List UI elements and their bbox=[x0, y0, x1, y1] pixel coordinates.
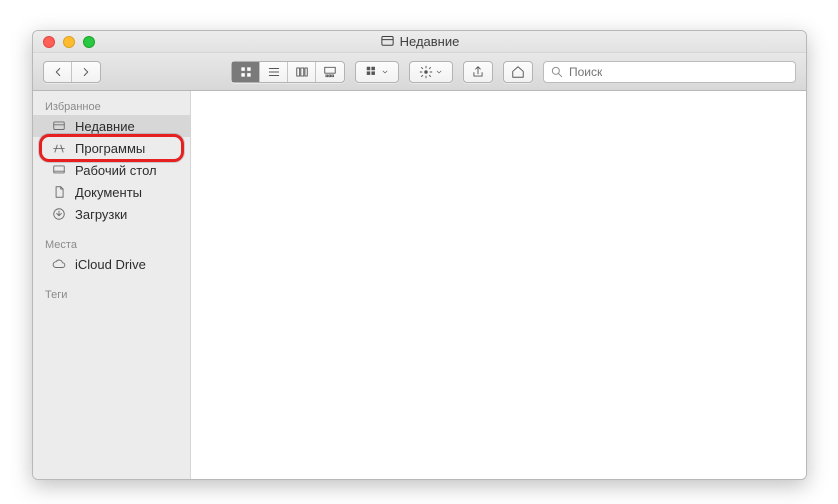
icloud-icon bbox=[51, 256, 67, 272]
sidebar-item-documents[interactable]: Документы bbox=[33, 181, 190, 203]
section-favorites: Избранное bbox=[33, 97, 190, 115]
action-buttons bbox=[409, 61, 453, 83]
nav-buttons bbox=[43, 61, 101, 83]
desktop-icon bbox=[51, 162, 67, 178]
tag-buttons bbox=[503, 61, 533, 83]
list-view-button[interactable] bbox=[260, 62, 288, 82]
sidebar-item-applications[interactable]: Программы bbox=[33, 137, 190, 159]
minimize-button[interactable] bbox=[63, 36, 75, 48]
downloads-icon bbox=[51, 206, 67, 222]
section-locations: Места bbox=[33, 235, 190, 253]
sidebar-item-icloud[interactable]: iCloud Drive bbox=[33, 253, 190, 275]
tags-button[interactable] bbox=[504, 62, 532, 82]
window-controls bbox=[33, 36, 95, 48]
share-buttons bbox=[463, 61, 493, 83]
sidebar-item-desktop[interactable]: Рабочий стол bbox=[33, 159, 190, 181]
sidebar-item-recents[interactable]: Недавние bbox=[33, 115, 190, 137]
sidebar: Избранное Недавние Программы Рабочий сто… bbox=[33, 91, 191, 479]
toolbar bbox=[33, 53, 806, 91]
gallery-view-button[interactable] bbox=[316, 62, 344, 82]
column-view-button[interactable] bbox=[288, 62, 316, 82]
recents-icon bbox=[51, 118, 67, 134]
documents-icon bbox=[51, 184, 67, 200]
titlebar: Недавние bbox=[33, 31, 806, 53]
sidebar-item-label: Загрузки bbox=[75, 207, 127, 222]
sidebar-item-downloads[interactable]: Загрузки bbox=[33, 203, 190, 225]
search-field[interactable] bbox=[543, 61, 796, 83]
forward-button[interactable] bbox=[72, 62, 100, 82]
search-icon bbox=[550, 65, 564, 79]
sidebar-item-label: Рабочий стол bbox=[75, 163, 157, 178]
back-button[interactable] bbox=[44, 62, 72, 82]
share-button[interactable] bbox=[464, 62, 492, 82]
sidebar-item-label: Программы bbox=[75, 141, 145, 156]
group-by-buttons bbox=[355, 61, 399, 83]
window-title-text: Недавние bbox=[400, 34, 460, 49]
content-area[interactable] bbox=[191, 91, 806, 479]
view-mode-buttons bbox=[231, 61, 345, 83]
sidebar-item-label: Недавние bbox=[75, 119, 135, 134]
finder-window: Недавние Из bbox=[32, 30, 807, 480]
sidebar-item-label: iCloud Drive bbox=[75, 257, 146, 272]
group-button[interactable] bbox=[356, 62, 398, 82]
window-title: Недавние bbox=[33, 34, 806, 49]
close-button[interactable] bbox=[43, 36, 55, 48]
sidebar-item-label: Документы bbox=[75, 185, 142, 200]
section-tags: Теги bbox=[33, 285, 190, 303]
maximize-button[interactable] bbox=[83, 36, 95, 48]
window-body: Избранное Недавние Программы Рабочий сто… bbox=[33, 91, 806, 479]
applications-icon bbox=[51, 140, 67, 156]
icon-view-button[interactable] bbox=[232, 62, 260, 82]
recents-icon bbox=[380, 34, 395, 49]
action-menu-button[interactable] bbox=[410, 62, 452, 82]
search-input[interactable] bbox=[569, 65, 789, 79]
